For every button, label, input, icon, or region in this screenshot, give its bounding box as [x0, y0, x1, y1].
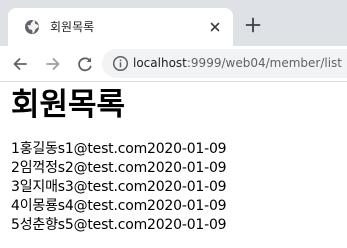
url-text: localhost:9999/web04/member/list	[133, 55, 342, 72]
member-date: 2020-01-09	[147, 217, 227, 233]
member-name: 일지매	[19, 179, 58, 195]
member-name: 홍길동	[19, 141, 58, 157]
member-email: s4@test.com	[57, 198, 148, 214]
list-item: 2임꺽정s2@test.com2020-01-09	[11, 159, 227, 178]
member-email: s1@test.com	[57, 141, 148, 157]
list-item: 1홍길동s1@test.com2020-01-09	[11, 140, 227, 159]
tab-member-list[interactable]: 회원목록	[8, 8, 233, 46]
member-date: 2020-01-09	[147, 141, 227, 157]
member-no: 1	[11, 141, 20, 157]
address-bar[interactable]: localhost:9999/web04/member/list	[102, 49, 347, 78]
member-no: 5	[11, 217, 20, 233]
close-icon[interactable]	[207, 19, 223, 35]
url-path: :9999/web04/member/list	[186, 56, 342, 70]
page-title: 회원목록	[11, 87, 126, 123]
member-name: 이몽룡	[19, 198, 58, 214]
globe-icon	[24, 19, 40, 35]
member-name: 임꺽정	[19, 160, 58, 176]
member-date: 2020-01-09	[147, 160, 227, 176]
browser-toolbar: localhost:9999/web04/member/list	[0, 46, 347, 82]
tab-strip: 회원목록	[0, 0, 347, 46]
member-list: 1홍길동s1@test.com2020-01-09 2임꺽정s2@test.co…	[11, 140, 227, 235]
member-no: 3	[11, 179, 20, 195]
member-no: 4	[11, 198, 20, 214]
member-date: 2020-01-09	[147, 198, 227, 214]
arrow-right-icon[interactable]	[43, 54, 63, 74]
list-item: 5성춘향s5@test.com2020-01-09	[11, 216, 227, 235]
plus-icon[interactable]	[243, 15, 263, 35]
member-email: s3@test.com	[57, 179, 148, 195]
tab-title: 회원목록	[50, 20, 95, 34]
arrow-left-icon[interactable]	[10, 54, 30, 74]
page-content: 회원목록 1홍길동s1@test.com2020-01-09 2임꺽정s2@te…	[0, 82, 347, 248]
member-name: 성춘향	[19, 217, 58, 233]
url-host: localhost	[133, 56, 187, 70]
member-no: 2	[11, 160, 20, 176]
list-item: 4이몽룡s4@test.com2020-01-09	[11, 197, 227, 216]
member-date: 2020-01-09	[147, 179, 227, 195]
info-icon[interactable]	[112, 55, 129, 72]
member-email: s5@test.com	[57, 217, 148, 233]
reload-icon[interactable]	[75, 54, 95, 74]
list-item: 3일지매s3@test.com2020-01-09	[11, 178, 227, 197]
member-email: s2@test.com	[57, 160, 148, 176]
